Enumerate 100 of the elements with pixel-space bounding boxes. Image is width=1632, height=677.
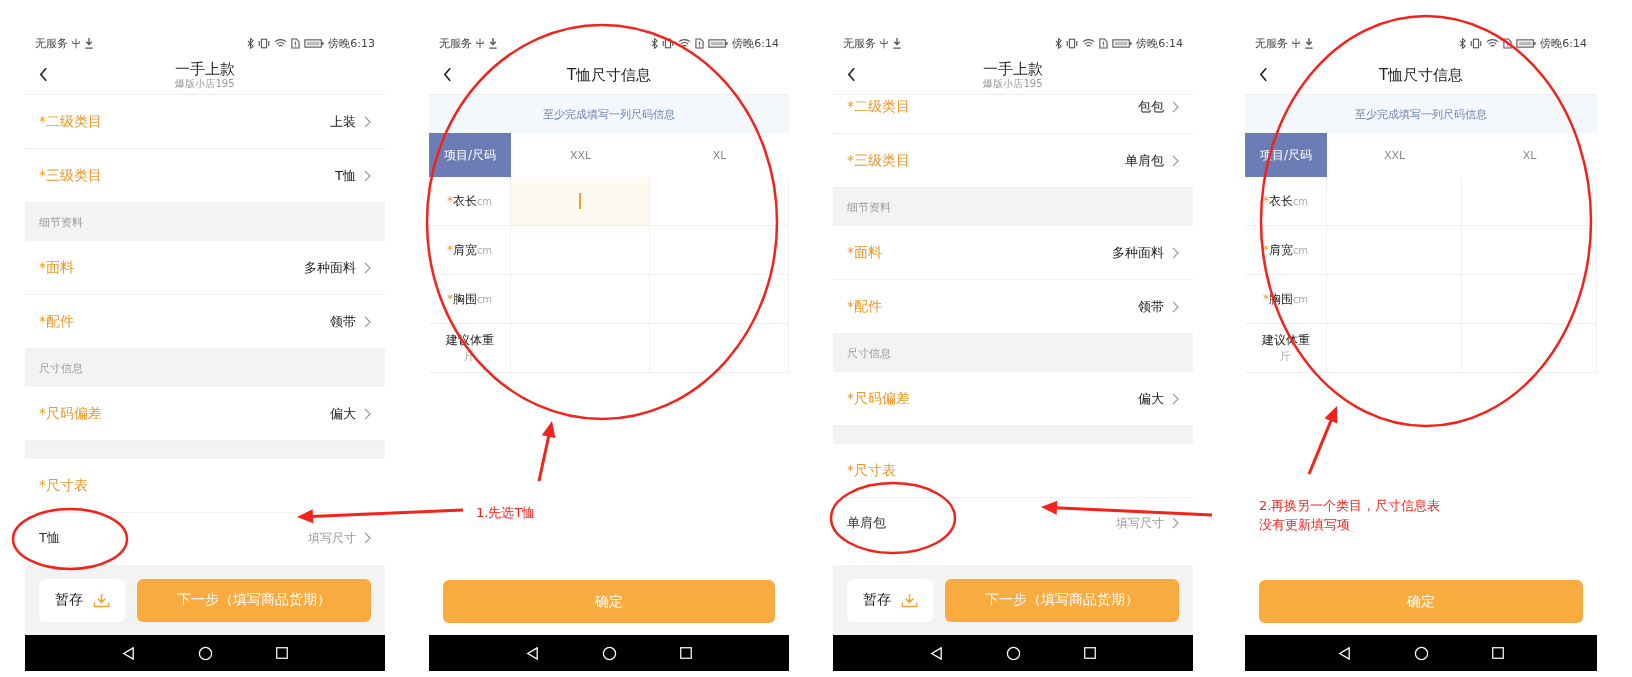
back-triangle-icon[interactable] bbox=[929, 645, 944, 661]
clock-text: 傍晚6:14 bbox=[1136, 35, 1183, 51]
chevron-right-icon bbox=[364, 407, 371, 420]
size-chart-row[interactable]: 单肩包 填写尺寸 bbox=[833, 498, 1193, 548]
bluetooth-icon bbox=[1459, 37, 1467, 49]
usb-icon bbox=[476, 37, 484, 49]
field-label: *面料 bbox=[847, 243, 882, 262]
field-value: 偏大 bbox=[330, 404, 356, 423]
screen-title: T恤尺寸信息 bbox=[1378, 66, 1464, 84]
row-label: *胸围cm bbox=[429, 275, 511, 323]
field-value: T恤 bbox=[335, 166, 356, 185]
wifi-icon bbox=[274, 37, 288, 49]
clock-text: 傍晚6:14 bbox=[732, 35, 779, 51]
chevron-right-icon bbox=[364, 115, 371, 128]
annotation-arrow bbox=[537, 421, 556, 482]
category-label: T恤 bbox=[39, 529, 60, 547]
form-row[interactable]: *二级类目 上装 bbox=[25, 95, 385, 149]
save-draft-button[interactable]: 暂存 bbox=[39, 578, 125, 622]
recents-square-icon[interactable] bbox=[679, 646, 693, 660]
chevron-right-icon bbox=[1172, 246, 1179, 259]
home-circle-icon[interactable] bbox=[1414, 645, 1429, 661]
row-label: *肩宽cm bbox=[429, 226, 511, 274]
field-label: *面料 bbox=[39, 258, 74, 277]
back-icon[interactable] bbox=[443, 67, 452, 82]
text-cursor bbox=[579, 193, 581, 209]
battery-icon bbox=[1112, 37, 1133, 49]
section-header: 尺寸信息 bbox=[833, 334, 1193, 372]
sim-card-icon bbox=[1099, 37, 1109, 49]
field-value: 单肩包 bbox=[1125, 151, 1164, 170]
field-label: *配件 bbox=[39, 312, 74, 331]
sim-card-icon bbox=[695, 37, 705, 49]
form-row[interactable]: *二级类目 包包 bbox=[833, 95, 1193, 134]
form-row[interactable]: *面料 多种面料 bbox=[25, 241, 385, 295]
battery-icon bbox=[304, 37, 325, 49]
annotation-note: 2.再换另一个类目，尺寸信息表 没有更新填写项 bbox=[1259, 497, 1441, 534]
back-icon[interactable] bbox=[847, 67, 856, 82]
usb-icon bbox=[1292, 37, 1300, 49]
download-icon bbox=[892, 37, 902, 49]
vibrate-icon bbox=[1470, 37, 1483, 49]
carrier-text: 无服务 bbox=[843, 35, 876, 51]
download-tray-icon bbox=[92, 592, 110, 608]
field-value: 偏大 bbox=[1138, 389, 1164, 408]
download-icon bbox=[84, 37, 94, 49]
chevron-right-icon bbox=[1172, 100, 1179, 113]
size-input-field[interactable] bbox=[511, 177, 650, 225]
chevron-right-icon bbox=[1172, 300, 1179, 313]
field-value: 多种面料 bbox=[1112, 243, 1164, 262]
chevron-right-icon bbox=[364, 532, 371, 544]
field-value: 包包 bbox=[1138, 97, 1164, 116]
column-header: XL bbox=[711, 147, 728, 164]
back-triangle-icon[interactable] bbox=[121, 645, 136, 661]
size-chart-row[interactable]: T恤 填写尺寸 bbox=[25, 513, 385, 563]
chevron-right-icon bbox=[364, 261, 371, 274]
field-label: *尺码偏差 bbox=[847, 389, 910, 408]
back-triangle-icon[interactable] bbox=[1337, 645, 1352, 661]
category-label: 单肩包 bbox=[847, 514, 886, 532]
chevron-right-icon bbox=[364, 169, 371, 182]
carrier-text: 无服务 bbox=[35, 35, 68, 51]
section-header: 细节资料 bbox=[25, 203, 385, 241]
home-circle-icon[interactable] bbox=[198, 645, 213, 661]
carrier-text: 无服务 bbox=[439, 35, 472, 51]
wifi-icon bbox=[1082, 37, 1096, 49]
screen-subtitle: 爆版小店195 bbox=[175, 78, 235, 90]
row-label: *衣长cm bbox=[1245, 177, 1327, 225]
field-label: *三级类目 bbox=[39, 166, 102, 185]
fill-size-link: 填写尺寸 bbox=[308, 529, 356, 547]
save-draft-button[interactable]: 暂存 bbox=[847, 578, 933, 622]
battery-icon bbox=[1516, 37, 1537, 49]
screen-title: 一手上款 bbox=[983, 60, 1043, 78]
recents-square-icon[interactable] bbox=[275, 646, 289, 660]
field-label: *三级类目 bbox=[847, 151, 910, 170]
field-label: *尺码偏差 bbox=[39, 404, 102, 423]
recents-square-icon[interactable] bbox=[1083, 646, 1097, 660]
download-tray-icon bbox=[900, 592, 918, 608]
back-icon[interactable] bbox=[39, 67, 48, 82]
back-triangle-icon[interactable] bbox=[525, 645, 540, 661]
field-value: 领带 bbox=[1138, 297, 1164, 316]
recents-square-icon[interactable] bbox=[1491, 646, 1505, 660]
vibrate-icon bbox=[258, 37, 271, 49]
download-icon bbox=[1304, 37, 1314, 49]
home-circle-icon[interactable] bbox=[602, 645, 617, 661]
screen-subtitle: 爆版小店195 bbox=[983, 78, 1043, 90]
vibrate-icon bbox=[1066, 37, 1079, 49]
clock-text: 傍晚6:13 bbox=[328, 35, 375, 51]
chevron-right-icon bbox=[1172, 517, 1179, 529]
wifi-icon bbox=[1486, 37, 1500, 49]
fill-size-link: 填写尺寸 bbox=[1116, 514, 1164, 532]
field-label: *二级类目 bbox=[39, 112, 102, 131]
carrier-text: 无服务 bbox=[1255, 35, 1288, 51]
back-icon[interactable] bbox=[1259, 67, 1268, 82]
bluetooth-icon bbox=[1055, 37, 1063, 49]
field-label: *尺寸表 bbox=[847, 461, 896, 480]
screen-title: T恤尺寸信息 bbox=[566, 66, 652, 84]
usb-icon bbox=[72, 37, 80, 49]
home-circle-icon[interactable] bbox=[1006, 645, 1021, 661]
notice-banner: 至少完成填写一列尺码信息 bbox=[1245, 95, 1597, 133]
chevron-right-icon bbox=[1172, 392, 1179, 405]
form-row[interactable]: *面料 多种面料 bbox=[833, 226, 1193, 280]
clock-text: 傍晚6:14 bbox=[1540, 35, 1587, 51]
usb-icon bbox=[880, 37, 888, 49]
